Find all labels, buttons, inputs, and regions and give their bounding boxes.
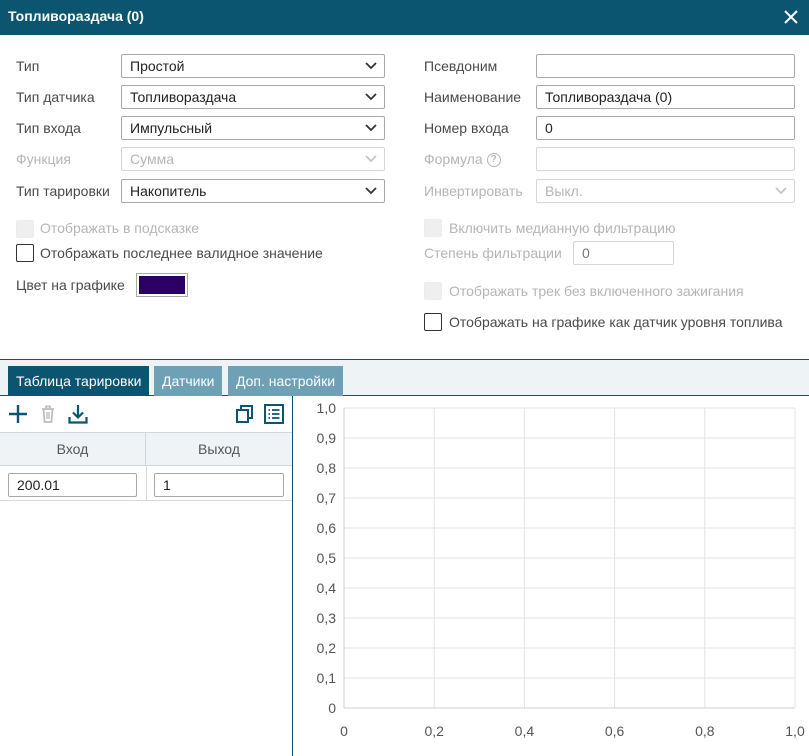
alias-input[interactable] [536,54,795,78]
chart-x-tick-label: 1,0 [785,723,805,739]
chart-color-label: Цвет на графике [16,277,125,293]
function-label: Функция [16,151,71,167]
invert-select[interactable]: Выкл. [536,179,795,203]
chart-y-tick-label: 0,9 [317,430,337,446]
column-header-input: Вход [0,433,146,465]
formula-label: Формула? [424,151,501,168]
input-number-input[interactable] [536,116,795,140]
median-filter-checkbox[interactable] [424,219,442,237]
chevron-down-icon [365,62,377,70]
chart-color-picker[interactable] [136,273,188,297]
type-select[interactable]: Простой [121,54,385,78]
chart-y-tick-label: 0,4 [317,580,337,596]
name-label: Наименование [424,89,522,105]
chart-x-tick-label: 0 [340,723,348,739]
close-icon[interactable] [780,6,802,28]
type-label: Тип [16,58,40,74]
chart-x-tick-label: 0,4 [515,723,535,739]
delete-row-icon[interactable] [37,403,59,425]
add-row-icon[interactable] [7,403,29,425]
calibration-type-select-value: Накопитель [130,183,207,199]
input-number-label: Номер входа [424,120,509,136]
show-as-fuel-level-checkbox[interactable] [424,313,442,331]
filter-degree-label: Степень фильтрации [424,245,562,261]
table-toolbar [0,396,293,432]
row-output-field[interactable] [154,473,284,497]
copy-icon[interactable] [234,403,256,425]
chart-y-tick-label: 0,7 [317,490,337,506]
show-in-tooltip-checkbox[interactable] [16,220,34,238]
download-icon[interactable] [67,403,89,425]
sensor-type-select[interactable]: Топливораздача [121,85,385,109]
calibration-table-panel: Вход Выход [0,396,293,756]
formula-label-text: Формула [424,151,483,167]
calibration-chart: 0 0,1 0,2 0,3 0,4 0,5 0,6 0,7 0,8 0,9 1,0 0 0,2 0,4 0,… [317,400,805,739]
sensor-type-label: Тип датчика [16,89,95,105]
dialog-titlebar: Топливораздача (0) [0,0,809,35]
function-select-value: Сумма [130,151,174,167]
dialog-title: Топливораздача (0) [8,8,144,24]
table-row [0,466,292,501]
show-track-no-ignition-checkbox[interactable] [424,282,442,300]
chart-x-tick-label: 0,6 [605,723,625,739]
tab-calibration-table[interactable]: Таблица тарировки [8,366,150,396]
chevron-down-icon [775,187,787,195]
calibration-type-select[interactable]: Накопитель [121,179,385,203]
input-type-label: Тип входа [16,120,81,136]
tab-extra-settings[interactable]: Доп. настройки [228,366,344,396]
chart-x-tick-label: 0,8 [695,723,715,739]
input-type-select[interactable]: Импульсный [121,116,385,140]
chevron-down-icon [365,93,377,101]
tabs-bar: Таблица тарировки Датчики Доп. настройки [0,359,809,396]
invert-select-value: Выкл. [545,183,583,199]
chart-y-tick-label: 0,5 [317,550,337,566]
filter-degree-input[interactable] [573,241,674,265]
chart-y-tick-label: 0,2 [317,640,337,656]
sensor-type-select-value: Топливораздача [130,89,237,105]
chart-color-swatch [139,276,185,294]
invert-label: Инвертировать [424,183,523,199]
chart-y-tick-label: 0 [328,700,336,716]
tab-sensors[interactable]: Датчики [154,366,223,396]
input-type-select-value: Импульсный [130,120,213,136]
chart-y-tick-label: 0,8 [317,460,337,476]
show-track-no-ignition-label: Отображать трек без включенного зажигани… [449,283,744,299]
median-filter-label: Включить медианную фильтрацию [449,220,676,236]
chart-y-tick-label: 1,0 [317,400,337,416]
chart-y-tick-label: 0,6 [317,520,337,536]
help-icon[interactable]: ? [486,153,501,168]
chevron-down-icon [365,155,377,163]
chevron-down-icon [365,124,377,132]
chevron-down-icon [365,187,377,195]
function-select[interactable]: Сумма [121,147,385,171]
chart-y-tick-label: 0,1 [317,670,337,686]
show-last-valid-checkbox[interactable] [16,244,34,262]
table-header: Вход Выход [0,432,292,466]
show-last-valid-label: Отображать последнее валидное значение [40,245,323,261]
name-input[interactable] [536,85,795,109]
show-as-fuel-level-label: Отображать на графике как датчик уровня … [449,314,783,330]
formula-input[interactable] [536,147,795,171]
column-header-output: Выход [198,441,240,457]
chart-y-tick-label: 0,3 [317,610,337,626]
row-input-field[interactable] [8,473,137,497]
list-icon[interactable] [263,403,285,425]
chart-x-tick-label: 0,2 [424,723,444,739]
alias-label: Псевдоним [424,58,498,74]
show-in-tooltip-label: Отображать в подсказке [40,220,200,236]
type-select-value: Простой [130,58,185,74]
calibration-type-label: Тип тарировки [16,183,110,199]
column-separator [146,466,147,501]
